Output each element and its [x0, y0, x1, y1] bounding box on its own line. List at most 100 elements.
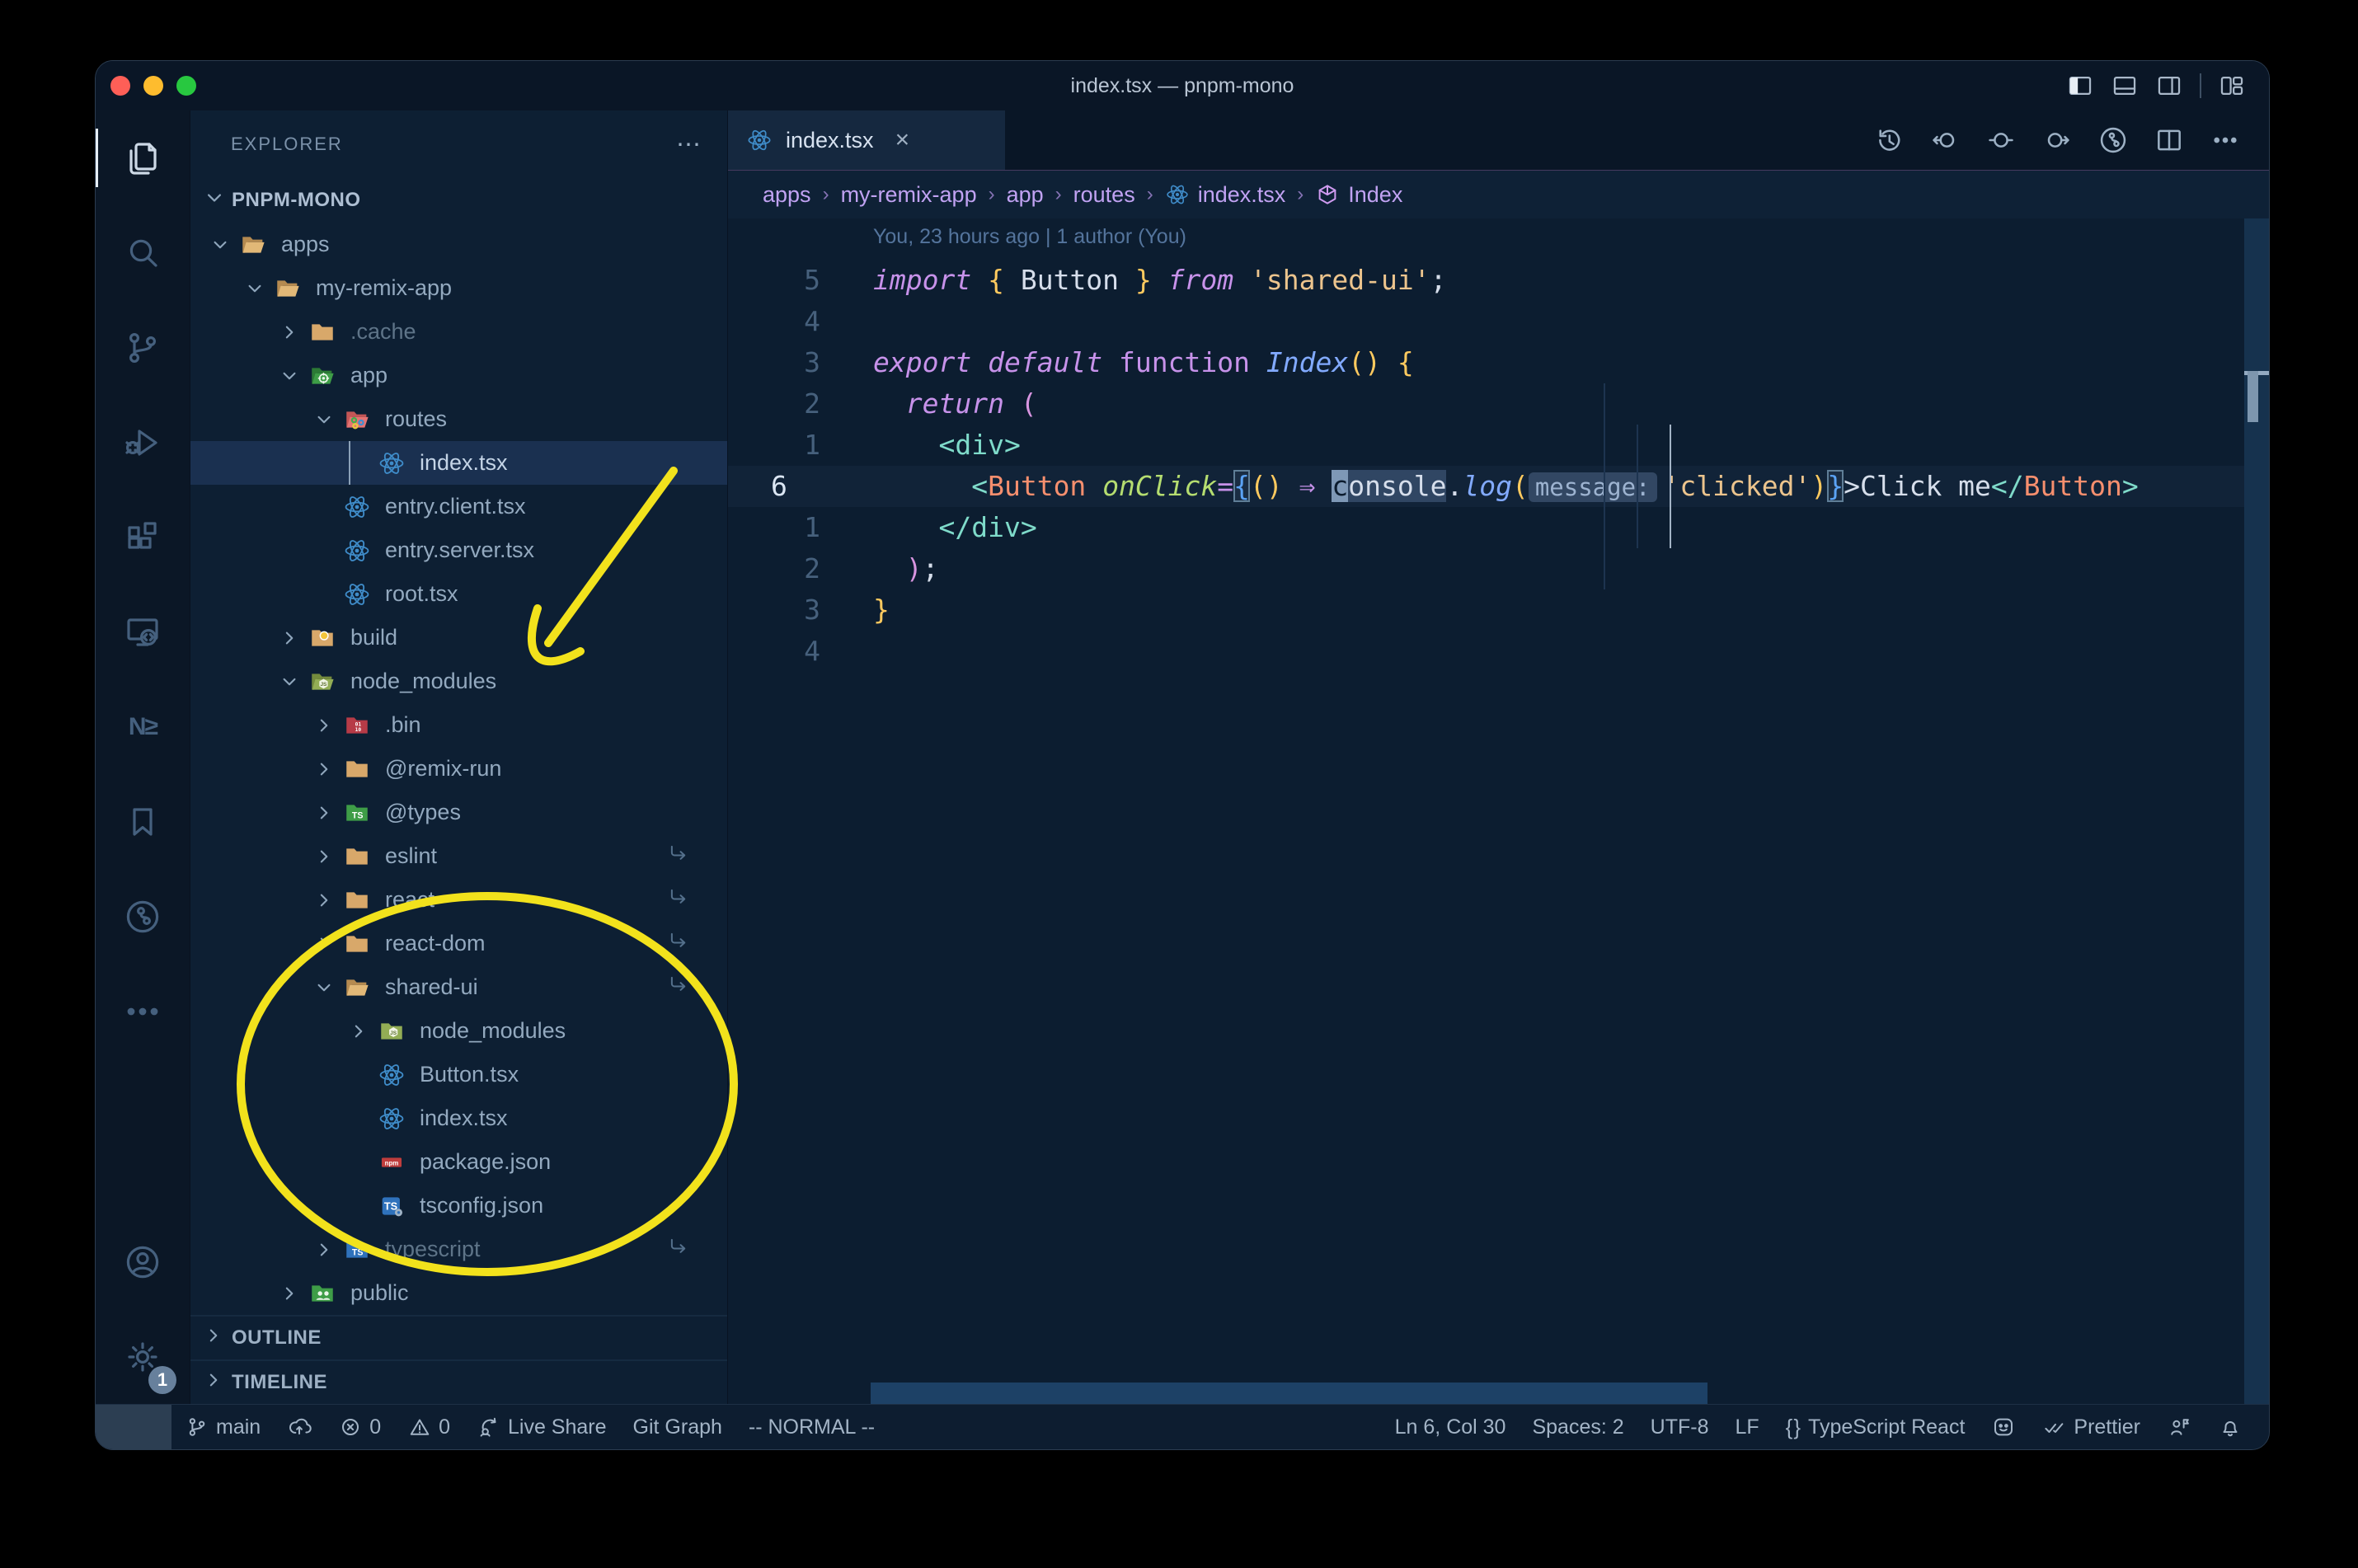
status-formatter[interactable]: Prettier — [2029, 1415, 2154, 1439]
relative-line-number: 2 — [804, 387, 820, 420]
history-icon[interactable] — [1873, 124, 1905, 156]
chevron-right-icon — [306, 758, 342, 781]
minimize-window-button[interactable] — [143, 76, 163, 96]
horizontal-scrollbar[interactable] — [871, 1383, 1707, 1404]
tree-item-@remix-run[interactable]: @remix-run — [190, 747, 727, 791]
tree-item-index.tsx[interactable]: index.tsx — [190, 441, 727, 485]
status-vim-mode[interactable]: -- NORMAL -- — [735, 1405, 888, 1449]
section-timeline[interactable]: TIMELINE — [190, 1359, 727, 1404]
breadcrumb-app[interactable]: app — [1007, 182, 1044, 208]
vertical-scrollbar[interactable] — [2244, 218, 2269, 1404]
search-icon[interactable] — [96, 205, 190, 300]
more-icon[interactable] — [96, 964, 190, 1059]
tree-item-.bin[interactable]: 01 10 .bin — [190, 703, 727, 747]
source-control-icon[interactable] — [96, 300, 190, 395]
nx-console-icon[interactable]: N≥ — [96, 679, 190, 774]
gitlens-circle-icon[interactable] — [2097, 124, 2129, 156]
breadcrumb-Index[interactable]: Index — [1315, 182, 1402, 208]
tree-item-app[interactable]: app — [190, 354, 727, 397]
tree-item-eslint[interactable]: eslint — [190, 834, 727, 878]
status-warnings[interactable]: 0 — [394, 1405, 463, 1449]
breadcrumb-index.tsx[interactable]: index.tsx — [1165, 182, 1285, 208]
tree-item-.cache[interactable]: .cache — [190, 310, 727, 354]
tree-item-label: package.json — [420, 1149, 552, 1174]
tree-item-public[interactable]: public — [190, 1271, 727, 1315]
status-notifications[interactable] — [2205, 1415, 2256, 1439]
breadcrumb-routes[interactable]: routes — [1073, 182, 1135, 208]
explorer-more-actions-icon[interactable]: ⋯ — [676, 130, 702, 159]
tree-item-entry.server.tsx[interactable]: entry.server.tsx — [190, 528, 727, 572]
code-line-2: 2 ); — [728, 548, 2269, 589]
tree-item-node_modules[interactable]: JS node_modules — [190, 1009, 727, 1053]
code-line-3: 3 export default function Index() { — [728, 342, 2269, 383]
tree-item-@types[interactable]: TS @types — [190, 791, 727, 834]
status-cursor-position[interactable]: Ln 6, Col 30 — [1382, 1415, 1520, 1439]
breadcrumb-separator: › — [1297, 183, 1304, 205]
sync-icon — [287, 1415, 312, 1439]
status-errors[interactable]: 0 — [325, 1405, 394, 1449]
remote-explorer-icon[interactable] — [96, 584, 190, 679]
tree-root-pnpm-mono[interactable]: PNPM-MONO — [190, 178, 727, 223]
tree-item-my-remix-app[interactable]: my-remix-app — [190, 266, 727, 310]
panel-right-icon[interactable] — [2155, 72, 2183, 100]
status-live-share[interactable]: Live Share — [463, 1405, 620, 1449]
tree-item-index.tsx[interactable]: index.tsx — [190, 1096, 727, 1140]
tree-item-root.tsx[interactable]: root.tsx — [190, 572, 727, 616]
sidebar-sections: OUTLINE TIMELINE — [190, 1315, 727, 1404]
extensions-icon[interactable] — [96, 490, 190, 584]
status-language-mode[interactable]: {} TypeScript React — [1773, 1415, 1979, 1440]
chevron-right-icon — [202, 1324, 232, 1353]
tree-item-package.json[interactable]: npm package.json — [190, 1140, 727, 1184]
tree-item-entry.client.tsx[interactable]: entry.client.tsx — [190, 485, 727, 528]
bookmarks-icon[interactable] — [96, 774, 190, 869]
tree-item-build[interactable]: build — [190, 616, 727, 660]
tree-item-react[interactable]: react — [190, 878, 727, 922]
close-window-button[interactable] — [110, 76, 130, 96]
layout-icon[interactable] — [2218, 72, 2246, 100]
tree-item-typescript[interactable]: TS typescript — [190, 1228, 727, 1271]
status-indentation[interactable]: Spaces: 2 — [1519, 1415, 1637, 1439]
close-tab-icon[interactable]: × — [895, 126, 910, 154]
nav-forward-icon[interactable] — [2041, 124, 2073, 156]
tree-item-routes[interactable]: routes — [190, 397, 727, 441]
status-eol[interactable]: LF — [1722, 1415, 1772, 1439]
code-line-4: 4 — [728, 301, 2269, 342]
split-editor-icon[interactable] — [2154, 124, 2185, 156]
folder-ts-icon: TS — [342, 1236, 372, 1264]
tree-item-react-dom[interactable]: react-dom — [190, 922, 727, 965]
tree-item-tsconfig.json[interactable]: TS tsconfig.json — [190, 1184, 727, 1228]
tree-item-label: index.tsx — [420, 450, 508, 475]
status-feedback[interactable] — [1978, 1415, 2029, 1439]
tree-item-Button.tsx[interactable]: Button.tsx — [190, 1053, 727, 1096]
more-dots-icon[interactable] — [2210, 124, 2241, 156]
gitlens-icon[interactable] — [96, 869, 190, 964]
status-encoding[interactable]: UTF-8 — [1637, 1415, 1722, 1439]
breadcrumb-my-remix-app[interactable]: my-remix-app — [841, 182, 977, 208]
nav-back-icon[interactable] — [1929, 124, 1961, 156]
zoom-window-button[interactable] — [176, 76, 196, 96]
tree-item-node_modules[interactable]: JS node_modules — [190, 660, 727, 703]
svg-text:10: 10 — [355, 727, 362, 733]
section-outline[interactable]: OUTLINE — [190, 1315, 727, 1359]
chevron-right-icon — [202, 1368, 232, 1397]
status-sync[interactable] — [274, 1405, 325, 1449]
explorer-icon[interactable] — [96, 110, 190, 205]
status-git-branch[interactable]: main — [171, 1405, 274, 1449]
panel-left-icon[interactable] — [2066, 72, 2094, 100]
tree-item-shared-ui[interactable]: shared-ui — [190, 965, 727, 1009]
account-icon[interactable] — [96, 1214, 190, 1309]
nav-circle-icon[interactable] — [1985, 124, 2017, 156]
code-editor[interactable]: You, 23 hours ago | 1 author (You) 5 impo… — [728, 218, 2269, 1404]
panel-bottom-icon[interactable] — [2111, 72, 2139, 100]
svg-text:npm: npm — [385, 1159, 399, 1167]
tree-item-apps[interactable]: apps — [190, 223, 727, 266]
run-debug-icon[interactable] — [96, 395, 190, 490]
breadcrumb-apps[interactable]: apps — [763, 182, 811, 208]
status-remote-indicator[interactable] — [96, 1405, 171, 1449]
settings-icon[interactable]: 1 — [96, 1309, 190, 1404]
status-git-graph[interactable]: Git Graph — [620, 1405, 735, 1449]
status-bar: main 0 0 Live Share Git Graph -- NORMAL -- Ln… — [96, 1404, 2269, 1449]
breadcrumb-separator: › — [1146, 183, 1153, 205]
status-accessibility[interactable] — [2154, 1415, 2205, 1439]
tab-index-tsx[interactable]: index.tsx × — [728, 110, 1005, 170]
